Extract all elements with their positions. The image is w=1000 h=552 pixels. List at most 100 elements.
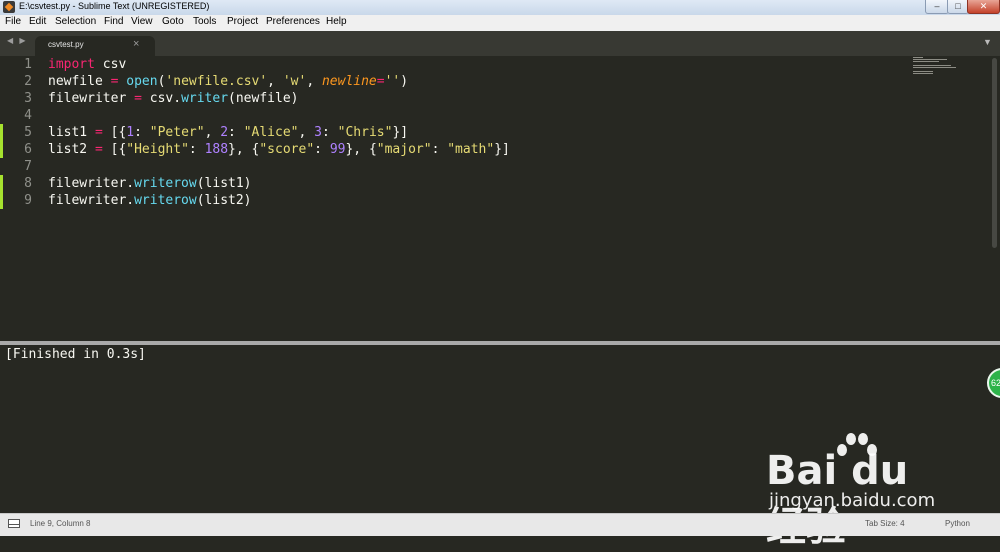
code-token: list1 xyxy=(48,125,95,140)
tab-size-indicator[interactable]: Tab Size: 4 xyxy=(865,519,905,528)
line-number: 1 xyxy=(24,57,32,72)
code-token: , xyxy=(306,74,322,89)
window-title: E:\csvtest.py - Sublime Text (UNREGISTER… xyxy=(19,1,210,11)
minimap-line xyxy=(913,59,947,60)
scrollbar-thumb[interactable] xyxy=(992,58,997,248)
minimap-line xyxy=(913,57,923,58)
code-token: 1 xyxy=(126,125,135,140)
code-line: filewriter.writerow(list2) xyxy=(48,192,252,209)
tab-close-icon[interactable]: × xyxy=(133,38,139,50)
code-token: 99 xyxy=(329,142,346,157)
code-line: import csv xyxy=(48,56,126,73)
tab-bar: ◀ ▶ csvtest.py × ▼ xyxy=(0,31,1000,56)
status-bar: Line 9, Column 8 Tab Size: 4 Python xyxy=(0,513,1000,536)
code-token: ) xyxy=(400,74,409,89)
code-token: "math" xyxy=(447,142,495,157)
menu-project[interactable]: Project xyxy=(227,16,258,27)
line-number: 2 xyxy=(24,74,32,89)
code-token: '' xyxy=(384,74,401,89)
tab-nav-arrows-icon[interactable]: ◀ ▶ xyxy=(7,36,28,45)
minimap-line xyxy=(913,65,951,66)
baidu-jingyan-watermark: Bai du 经验 jingyan.baidu.com xyxy=(766,428,956,550)
menu-view[interactable]: View xyxy=(131,16,153,27)
code-token: import xyxy=(48,57,95,72)
sublime-app-icon xyxy=(3,1,15,13)
code-token: "major" xyxy=(376,142,432,157)
close-window-button[interactable]: ✕ xyxy=(967,0,1000,14)
code-token: 'newfile.csv' xyxy=(165,74,268,89)
menu-help[interactable]: Help xyxy=(326,16,347,27)
line-number: 5 xyxy=(24,125,32,140)
code-token: (newfile) xyxy=(228,91,299,106)
minimap-line xyxy=(913,73,933,74)
code-token: "Chris" xyxy=(337,125,393,140)
code-token: 188 xyxy=(204,142,229,157)
menu-edit[interactable]: Edit xyxy=(29,16,46,27)
code-token: "Peter" xyxy=(149,125,205,140)
code-token: "Height" xyxy=(126,142,189,157)
menu-selection[interactable]: Selection xyxy=(55,16,96,27)
maximize-button[interactable]: □ xyxy=(947,0,969,14)
menu-goto[interactable]: Goto xyxy=(162,16,184,27)
watermark-url: jingyan.baidu.com xyxy=(769,490,936,511)
code-token: writerow xyxy=(134,193,197,208)
build-output-text: [Finished in 0.3s] xyxy=(5,347,146,362)
tab-dropdown-icon[interactable]: ▼ xyxy=(983,37,992,47)
code-token: }, { xyxy=(345,142,377,157)
code-token: , xyxy=(267,74,283,89)
code-line: list2 = [{"Height": 188}, {"score": 99},… xyxy=(48,141,510,158)
code-token: open xyxy=(126,74,158,89)
code-token: : xyxy=(188,142,205,157)
code-token: = xyxy=(94,125,103,140)
code-token: "Alice" xyxy=(243,125,299,140)
code-line: list1 = [{1: "Peter", 2: "Alice", 3: "Ch… xyxy=(48,124,408,141)
code-token: [{ xyxy=(102,125,127,140)
code-token: (list1) xyxy=(196,176,252,191)
code-token: newline xyxy=(321,74,377,89)
minimize-button[interactable]: ‒ xyxy=(925,0,949,14)
menu-tools[interactable]: Tools xyxy=(193,16,216,27)
code-token: , xyxy=(204,125,221,140)
code-token: writer xyxy=(181,91,229,106)
code-line: filewriter.writerow(list1) xyxy=(48,175,252,192)
code-token: list2 xyxy=(48,142,95,157)
menu-find[interactable]: Find xyxy=(104,16,123,27)
code-token: }] xyxy=(494,142,510,157)
minimap-line xyxy=(913,61,939,62)
code-token: newfile xyxy=(48,74,111,89)
tab-label: csvtest.py xyxy=(48,40,84,49)
code-token: filewriter xyxy=(48,91,135,106)
code-token: writerow xyxy=(134,176,197,191)
line-number: 9 xyxy=(24,193,32,208)
minimap-line xyxy=(913,67,956,68)
code-token: [{ xyxy=(102,142,127,157)
code-token: : xyxy=(314,142,330,157)
code-token: filewriter. xyxy=(48,193,135,208)
minimap-line xyxy=(913,71,933,72)
editor-scrollbar[interactable] xyxy=(991,56,998,340)
code-line: filewriter = csv.writer(newfile) xyxy=(48,90,298,107)
code-token: = xyxy=(94,142,103,157)
code-token: : xyxy=(228,125,244,140)
code-token: : xyxy=(431,142,448,157)
code-line: newfile = open('newfile.csv', 'w', newli… xyxy=(48,73,408,90)
menu-bar: File Edit Selection Find View Goto Tools… xyxy=(0,15,1000,31)
code-token: 'w' xyxy=(282,74,307,89)
line-number-gutter: 1 2 3 4 5 6 7 8 9 xyxy=(0,56,40,341)
menu-preferences[interactable]: Preferences xyxy=(266,16,320,27)
code-token: filewriter. xyxy=(48,176,135,191)
line-number: 8 xyxy=(24,176,32,191)
code-token: "score" xyxy=(259,142,315,157)
code-editor[interactable]: import csv newfile = open('newfile.csv',… xyxy=(48,56,908,341)
code-token: (list2) xyxy=(196,193,252,208)
tab-csvtest[interactable]: csvtest.py × xyxy=(35,36,155,56)
panel-toggle-icon[interactable] xyxy=(8,519,20,528)
menu-file[interactable]: File xyxy=(5,16,21,27)
code-token: : xyxy=(134,125,150,140)
line-number: 7 xyxy=(24,159,32,174)
line-number: 3 xyxy=(24,91,32,106)
minimap[interactable] xyxy=(912,56,984,86)
syntax-indicator[interactable]: Python xyxy=(945,519,970,528)
code-token: 3 xyxy=(314,125,322,140)
title-bar: E:\csvtest.py - Sublime Text (UNREGISTER… xyxy=(0,0,1000,15)
